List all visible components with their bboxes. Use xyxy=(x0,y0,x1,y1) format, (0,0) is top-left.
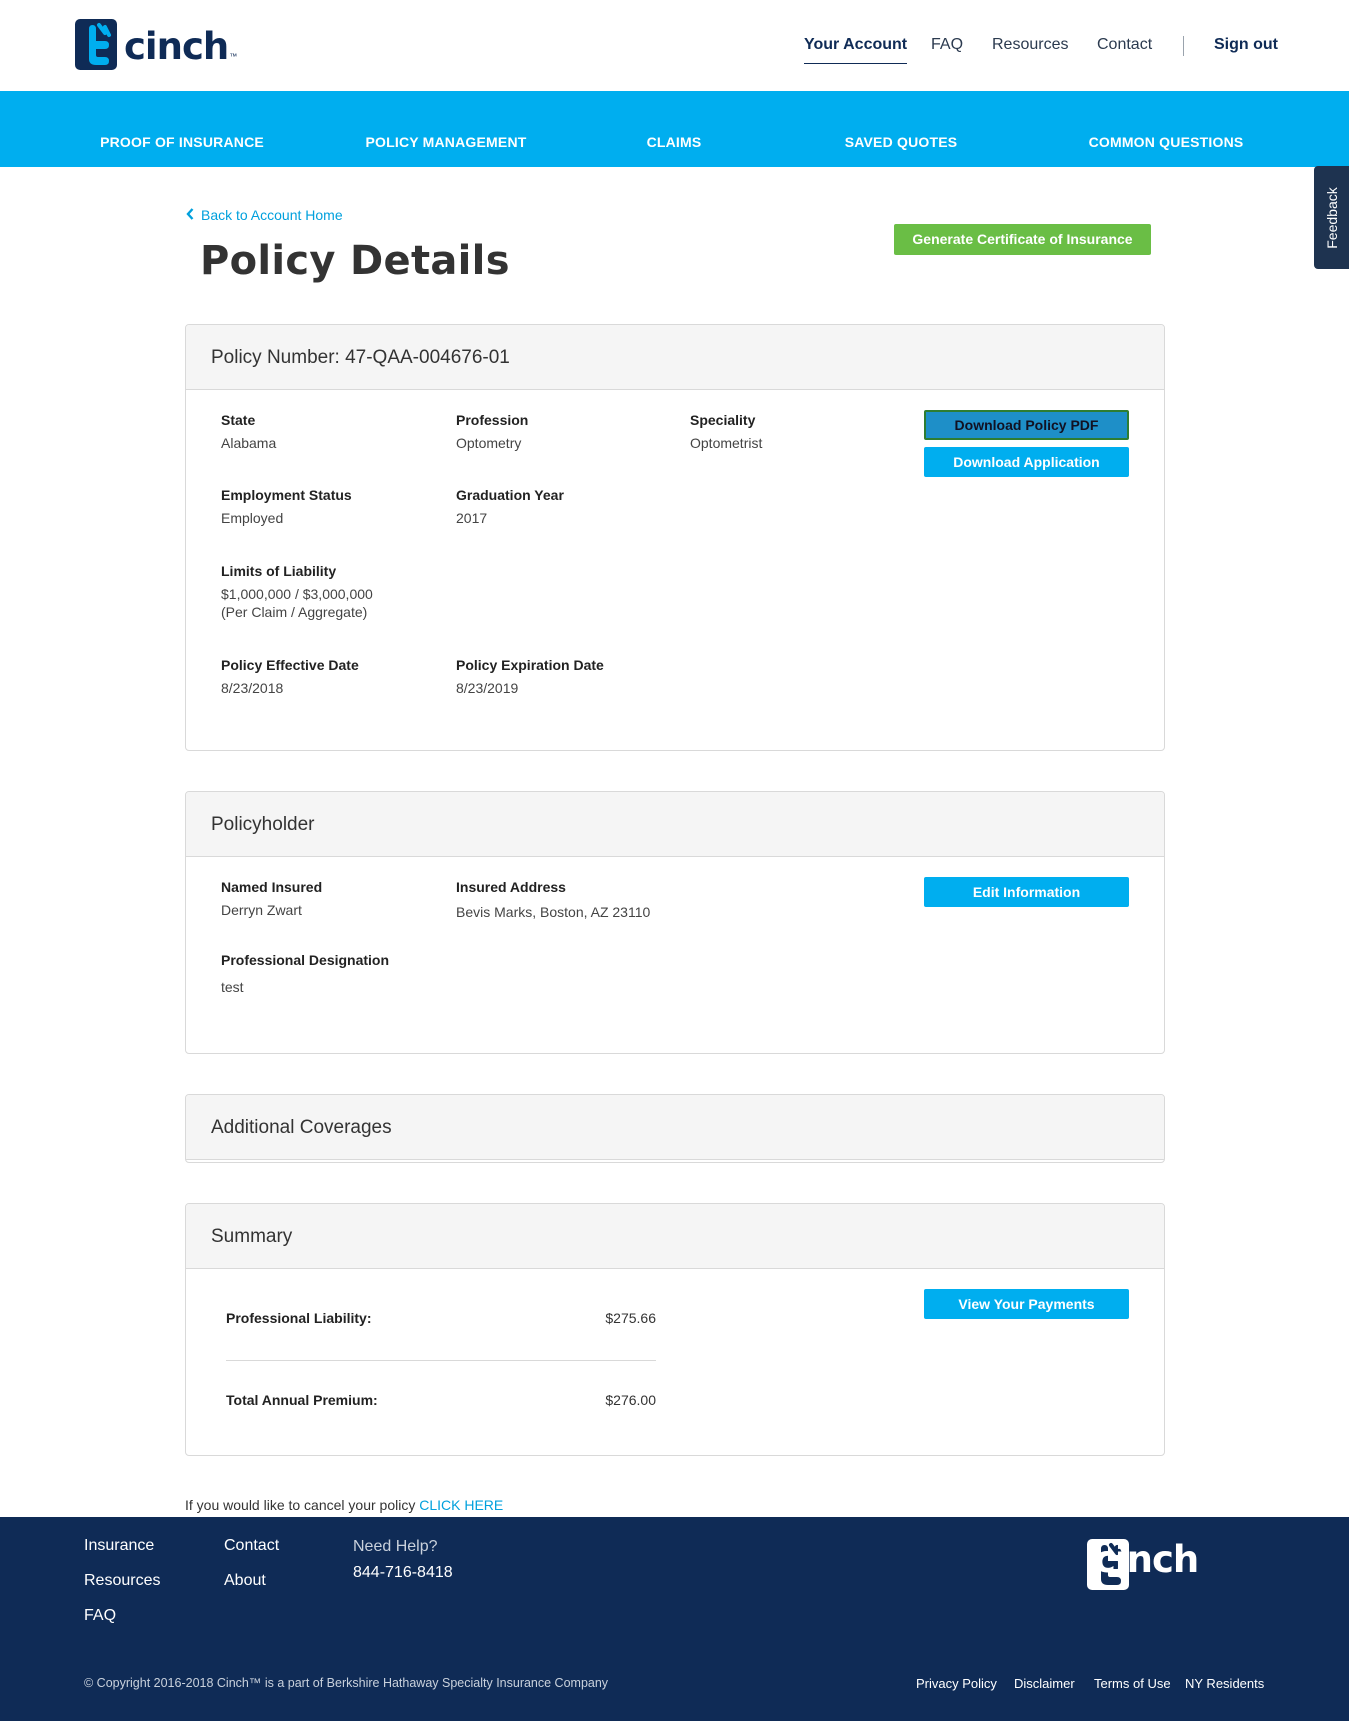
footer-logo-wordmark: cinch xyxy=(1094,1538,1199,1581)
effective-date-label: Policy Effective Date xyxy=(221,657,359,673)
effective-date-field: Policy Effective Date 8/23/2018 xyxy=(221,657,359,697)
hand-logo-icon xyxy=(75,19,117,70)
section-nav-common-questions[interactable]: COMMON QUESTIONS xyxy=(1089,134,1244,150)
top-header: cinch ™ Your Account FAQ Resources Conta… xyxy=(0,0,1349,91)
summary-heading: Summary xyxy=(186,1204,1164,1269)
footer-phone[interactable]: 844-716-8418 xyxy=(353,1564,453,1582)
footer-link-terms-of-use[interactable]: Terms of Use xyxy=(1094,1676,1171,1691)
limits-note: (Per Claim / Aggregate) xyxy=(221,604,368,620)
section-nav-policy-management[interactable]: POLICY MANAGEMENT xyxy=(365,134,526,150)
page-title: Policy Details xyxy=(200,238,510,284)
expiration-date-value: 8/23/2019 xyxy=(456,680,519,696)
back-link-label: Back to Account Home xyxy=(201,207,343,223)
section-nav-proof-of-insurance[interactable]: PROOF OF INSURANCE xyxy=(100,134,264,150)
additional-coverages-heading: Additional Coverages xyxy=(186,1095,1164,1160)
insured-address-label: Insured Address xyxy=(456,879,566,895)
profession-value: Optometry xyxy=(456,435,522,451)
policy-number-heading: Policy Number: 47-QAA-004676-01 xyxy=(186,325,1164,390)
back-to-account-home-link[interactable]: Back to Account Home xyxy=(186,207,343,223)
section-nav-saved-quotes[interactable]: SAVED QUOTES xyxy=(845,134,958,150)
cancel-policy-line: If you would like to cancel your policy … xyxy=(185,1497,503,1513)
profession-field: Profession Optometry xyxy=(456,412,528,452)
edit-information-button[interactable]: Edit Information xyxy=(924,877,1129,907)
nav-resources[interactable]: Resources xyxy=(992,36,1068,54)
policy-card: Policy Number: 47-QAA-004676-01 State Al… xyxy=(185,324,1165,751)
nav-contact[interactable]: Contact xyxy=(1097,36,1152,54)
view-payments-button[interactable]: View Your Payments xyxy=(924,1289,1129,1319)
footer: Insurance Resources FAQ Contact About Ne… xyxy=(0,1517,1349,1721)
download-policy-pdf-button[interactable]: Download Policy PDF xyxy=(924,410,1129,440)
nav-divider xyxy=(1183,36,1184,56)
graduation-label: Graduation Year xyxy=(456,487,564,503)
policyholder-heading: Policyholder xyxy=(186,792,1164,857)
graduation-value: 2017 xyxy=(456,510,488,526)
designation-field: Professional Designation test xyxy=(221,952,389,996)
footer-link-faq[interactable]: FAQ xyxy=(84,1607,116,1625)
chevron-left-icon xyxy=(186,207,194,223)
footer-link-resources[interactable]: Resources xyxy=(84,1572,160,1590)
footer-link-disclaimer[interactable]: Disclaimer xyxy=(1014,1676,1075,1691)
nav-sign-out[interactable]: Sign out xyxy=(1214,36,1278,54)
speciality-field: Speciality Optometrist xyxy=(690,412,762,452)
expiration-date-field: Policy Expiration Date 8/23/2019 xyxy=(456,657,604,697)
cancel-policy-link[interactable]: CLICK HERE xyxy=(419,1497,503,1513)
insured-address-field: Insured Address Bevis Marks, Boston, AZ … xyxy=(456,879,650,921)
employment-value: Employed xyxy=(221,510,284,526)
employment-label: Employment Status xyxy=(221,487,352,503)
footer-link-insurance[interactable]: Insurance xyxy=(84,1537,154,1555)
footer-logo-trademark: ™ xyxy=(1088,1551,1096,1560)
section-nav-claims[interactable]: CLAIMS xyxy=(647,134,702,150)
limits-value: $1,000,000 / $3,000,000 xyxy=(221,586,373,602)
named-insured-value: Derryn Zwart xyxy=(221,902,302,918)
generate-certificate-button[interactable]: Generate Certificate of Insurance xyxy=(894,224,1151,255)
nav-faq[interactable]: FAQ xyxy=(931,36,963,54)
feedback-tab[interactable]: Feedback xyxy=(1314,166,1349,269)
cinch-logo[interactable]: cinch ™ xyxy=(75,19,237,70)
limits-label: Limits of Liability xyxy=(221,563,337,579)
nav-your-account[interactable]: Your Account xyxy=(804,36,908,64)
employment-field: Employment Status Employed xyxy=(221,487,352,527)
additional-coverages-card[interactable]: Additional Coverages xyxy=(185,1094,1165,1163)
state-value: Alabama xyxy=(221,435,277,451)
download-application-button[interactable]: Download Application xyxy=(924,447,1129,477)
feedback-label: Feedback xyxy=(1323,186,1340,249)
logo-trademark: ™ xyxy=(229,52,238,61)
footer-copyright: © Copyright 2016-2018 Cinch™ is a part o… xyxy=(84,1676,609,1690)
logo-wordmark: cinch xyxy=(124,25,229,68)
state-field: State Alabama xyxy=(221,412,276,452)
state-label: State xyxy=(221,412,256,428)
section-nav: PROOF OF INSURANCE POLICY MANAGEMENT CLA… xyxy=(0,91,1349,167)
total-premium-value: $276.00 xyxy=(605,1392,656,1408)
policyholder-card: Policyholder Named Insured Derryn Zwart … xyxy=(185,791,1165,1054)
speciality-value: Optometrist xyxy=(690,435,763,451)
speciality-label: Speciality xyxy=(690,412,756,428)
professional-liability-label: Professional Liability: xyxy=(226,1310,372,1326)
profession-label: Profession xyxy=(456,412,529,428)
footer-link-ny-residents[interactable]: NY Residents xyxy=(1185,1676,1264,1691)
summary-card: Summary Professional Liability: $275.66 … xyxy=(185,1203,1165,1456)
insured-address-value: Bevis Marks, Boston, AZ 23110 xyxy=(456,904,651,920)
named-insured-label: Named Insured xyxy=(221,879,323,895)
designation-label: Professional Designation xyxy=(221,952,390,968)
total-premium-label: Total Annual Premium: xyxy=(226,1392,378,1408)
footer-link-contact[interactable]: Contact xyxy=(224,1537,279,1555)
cancel-policy-text: If you would like to cancel your policy xyxy=(185,1497,416,1513)
summary-divider xyxy=(226,1360,656,1361)
footer-cinch-logo[interactable]: cinch ™ xyxy=(1087,1539,1199,1590)
footer-link-privacy-policy[interactable]: Privacy Policy xyxy=(916,1676,997,1691)
designation-value: test xyxy=(221,979,244,995)
effective-date-value: 8/23/2018 xyxy=(221,680,284,696)
graduation-field: Graduation Year 2017 xyxy=(456,487,564,527)
professional-liability-value: $275.66 xyxy=(605,1310,656,1326)
named-insured-field: Named Insured Derryn Zwart xyxy=(221,879,322,919)
expiration-date-label: Policy Expiration Date xyxy=(456,657,604,673)
footer-link-about[interactable]: About xyxy=(224,1572,266,1590)
footer-need-help: Need Help? xyxy=(353,1538,438,1555)
limits-field: Limits of Liability $1,000,000 / $3,000,… xyxy=(221,563,373,621)
